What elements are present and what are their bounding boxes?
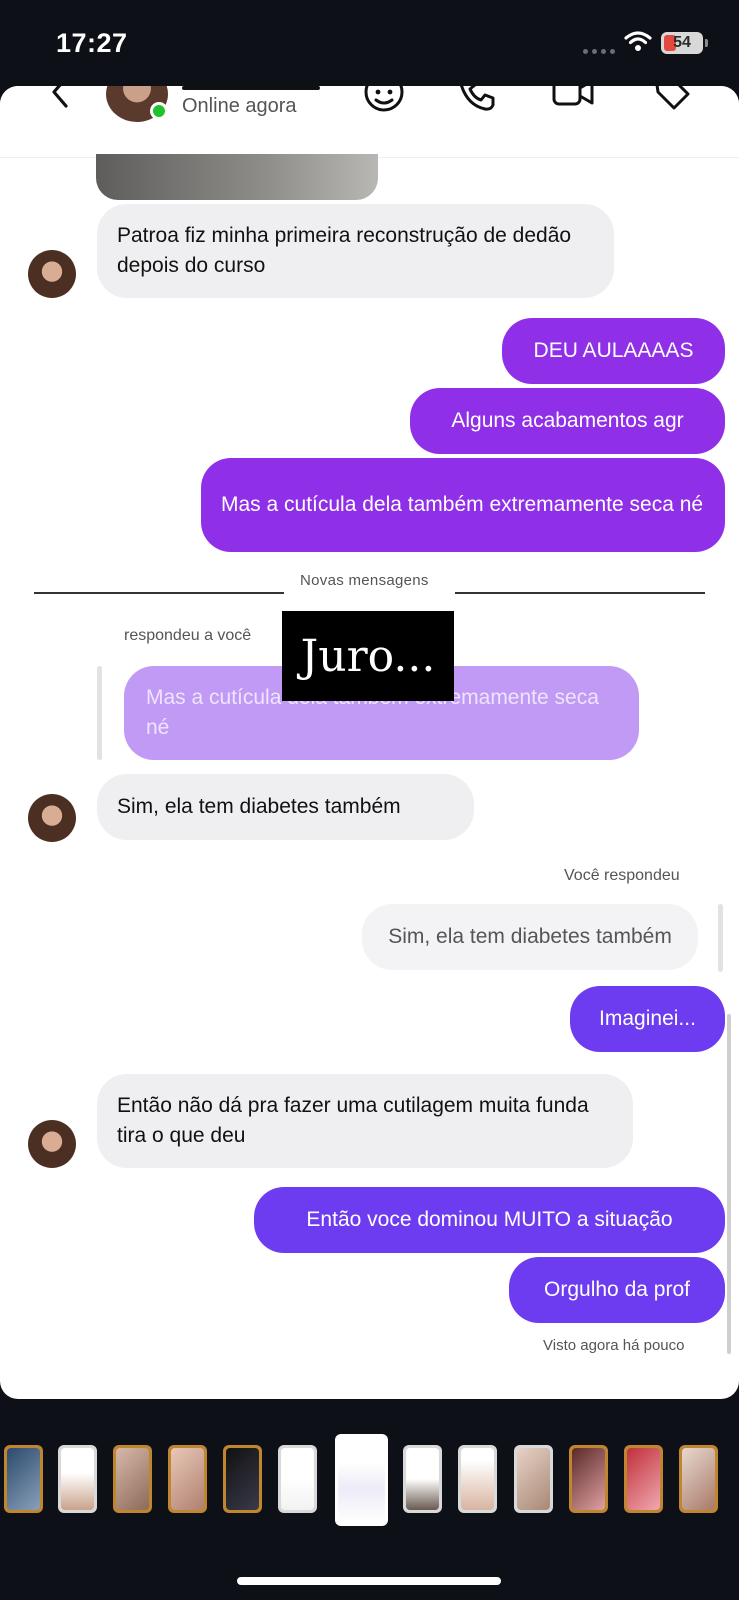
thumbnail[interactable] — [458, 1445, 497, 1513]
incoming-message[interactable]: Sim, ela tem diabetes também — [97, 774, 474, 840]
thumbnail[interactable] — [223, 1445, 262, 1513]
status-bar: 17:27 54 — [0, 0, 739, 86]
photo-message[interactable] — [96, 154, 378, 200]
signal-icon — [583, 49, 615, 54]
quote-bar — [97, 666, 102, 760]
thumbnail[interactable] — [403, 1445, 442, 1513]
sticker-icon[interactable] — [362, 86, 406, 114]
contact-status: Online agora — [182, 95, 297, 117]
reply-quote-bar — [718, 904, 723, 972]
outgoing-message[interactable]: Então voce dominou MUITO a situação — [254, 1187, 725, 1253]
thumbnail[interactable] — [679, 1445, 718, 1513]
replied-to-you-label: respondeu a você — [124, 627, 252, 644]
thumbnail[interactable] — [569, 1445, 608, 1513]
incoming-message[interactable]: Então não dá pra fazer uma cutilagem mui… — [97, 1074, 633, 1168]
battery-level: 54 — [673, 34, 691, 51]
seen-status: Visto agora há pouco — [543, 1337, 685, 1354]
clock: 17:27 — [56, 28, 128, 58]
online-indicator — [150, 102, 168, 120]
replied-quote[interactable]: Sim, ela tem diabetes também — [362, 904, 698, 970]
outgoing-message[interactable]: DEU AULAAAAS — [502, 318, 725, 384]
home-indicator[interactable] — [237, 1577, 501, 1585]
back-chevron-icon[interactable] — [46, 86, 76, 112]
overlay-caption: Juro... — [282, 611, 454, 701]
outgoing-message[interactable]: Alguns acabamentos agr — [410, 388, 725, 454]
thumbnail[interactable] — [168, 1445, 207, 1513]
incoming-message[interactable]: Patroa fiz minha primeira reconstrução d… — [97, 204, 614, 298]
divider-line-left — [34, 592, 284, 594]
bottom-bar — [0, 1399, 739, 1600]
thumbnail-selected[interactable] — [335, 1434, 388, 1526]
story-thumbnails — [0, 1434, 739, 1542]
chat-header: Online agora — [0, 86, 739, 158]
outgoing-message[interactable]: Mas a cutícula dela também extremamente … — [201, 458, 725, 552]
battery-icon: 54 — [661, 32, 708, 54]
outgoing-message[interactable]: Imaginei... — [570, 986, 725, 1052]
phone-icon[interactable] — [455, 86, 499, 114]
you-replied-label: Você respondeu — [564, 867, 680, 884]
new-messages-divider: Novas mensagens — [300, 572, 429, 589]
thumbnail[interactable] — [624, 1445, 663, 1513]
sender-avatar[interactable] — [28, 794, 76, 842]
thumbnail[interactable] — [514, 1445, 553, 1513]
thumbnail[interactable] — [278, 1445, 317, 1513]
contact-name-underline[interactable] — [182, 86, 320, 90]
thumbnail[interactable] — [4, 1445, 43, 1513]
outgoing-message[interactable]: Orgulho da prof — [509, 1257, 725, 1323]
divider-line-right — [455, 592, 705, 594]
chat-screen: Online agora Patroa fiz minha primeira r… — [0, 86, 739, 1399]
tag-icon[interactable] — [650, 86, 694, 114]
video-camera-icon[interactable] — [550, 86, 596, 114]
scrollbar[interactable] — [727, 1014, 731, 1354]
thumbnail[interactable] — [113, 1445, 152, 1513]
sender-avatar[interactable] — [28, 250, 76, 298]
wifi-icon — [624, 31, 652, 51]
thumbnail[interactable] — [58, 1445, 97, 1513]
sender-avatar[interactable] — [28, 1120, 76, 1168]
